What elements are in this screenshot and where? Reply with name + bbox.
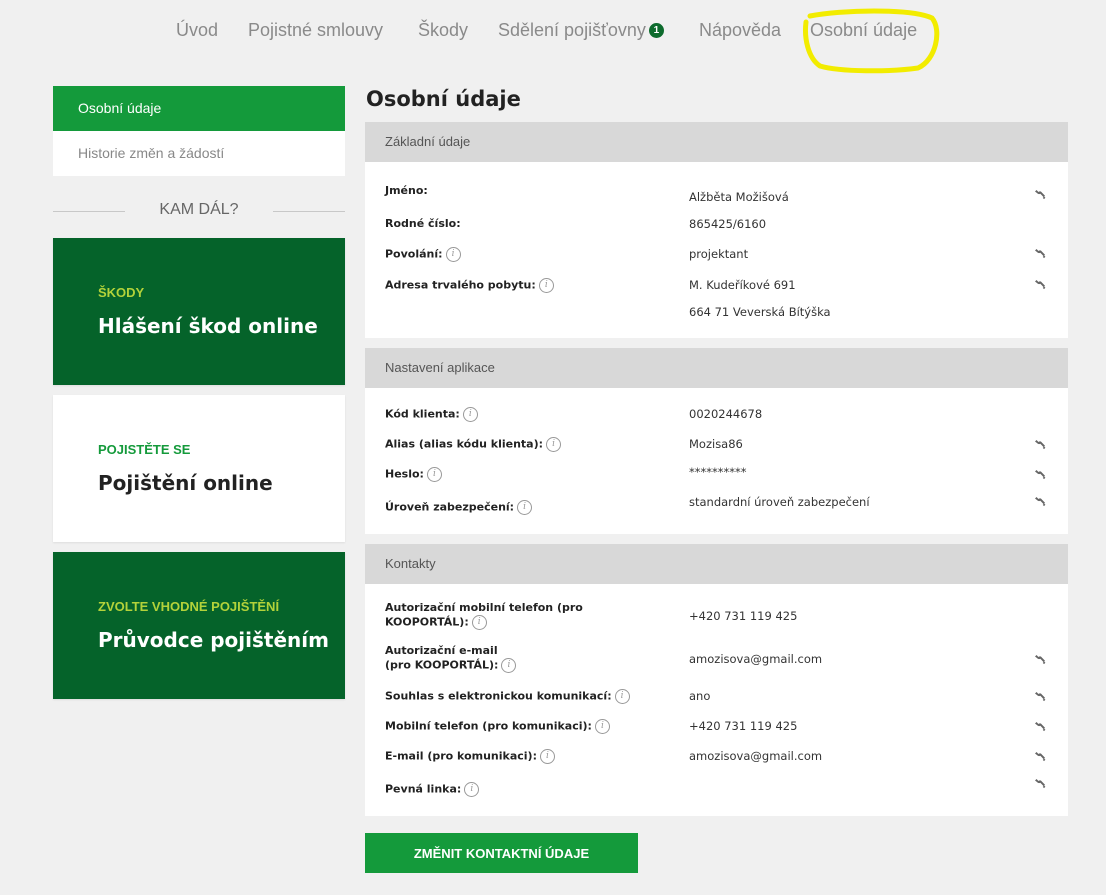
field-label: Kód klienta: i: [385, 407, 675, 422]
field-value: Mozisa86: [689, 437, 743, 451]
promo-kicker: POJISTĚTE SE: [98, 442, 191, 457]
wrench-icon[interactable]: [1033, 247, 1047, 261]
promo-kicker: ŠKODY: [98, 285, 145, 300]
field-value: 865425/6160: [689, 217, 767, 231]
field-value: amozisova@gmail.com: [689, 652, 823, 666]
info-icon[interactable]: i: [464, 782, 480, 797]
field-value: Alžběta Možišová: [689, 190, 789, 204]
field-label: Rodné číslo:: [385, 217, 461, 230]
promo-title: Pojištění online: [98, 471, 273, 495]
wrench-icon[interactable]: [1033, 777, 1047, 791]
field-value: standardní úroveň zabezpečení: [689, 495, 870, 509]
field-value: projektant: [689, 247, 749, 261]
promo-title: Hlášení škod online: [98, 314, 318, 338]
info-icon[interactable]: i: [517, 500, 533, 515]
section-heading: Kontakty: [365, 544, 1068, 584]
nav-item-pojistne-smlouvy[interactable]: Pojistné smlouvy: [248, 20, 383, 41]
field-label: Adresa trvalého pobytu: i: [385, 278, 675, 293]
active-indicator-arrow: [335, 99, 345, 113]
info-icon[interactable]: i: [614, 689, 630, 704]
section-heading: Nastavení aplikace: [365, 348, 1068, 388]
field-value: +420 731 119 425: [689, 609, 798, 623]
section-kontakty: Kontakty Autorizační mobilní telefon (pr…: [365, 544, 1068, 816]
field-label: Alias (alias kódu klienta): i: [385, 437, 675, 452]
field-value: +420 731 119 425: [689, 719, 798, 733]
field-label-text: Heslo:: [385, 467, 424, 481]
field-value: 0020244678: [689, 407, 763, 421]
wrench-icon[interactable]: [1033, 468, 1047, 482]
info-icon[interactable]: i: [471, 615, 487, 630]
wrench-icon[interactable]: [1033, 438, 1047, 452]
divider-line-right: [273, 211, 345, 212]
field-label-text: Autorizační e-mail (pro KOOPORTÁL):: [385, 644, 499, 672]
info-icon[interactable]: i: [501, 658, 517, 673]
field-label-text: Kód klienta:: [385, 407, 460, 421]
info-icon[interactable]: i: [539, 749, 555, 764]
info-icon[interactable]: i: [445, 247, 461, 262]
field-label-text: Mobilní telefon (pro komunikaci):: [385, 719, 592, 733]
promo-pruvodce[interactable]: ZVOLTE VHODNÉ POJIŠTĚNÍ Průvodce pojiště…: [53, 552, 345, 699]
field-value: amozisova@gmail.com: [689, 749, 823, 763]
field-label-text: Alias (alias kódu klienta):: [385, 437, 544, 451]
change-contact-button[interactable]: ZMĚNIT KONTAKTNÍ ÚDAJE: [365, 833, 638, 873]
nav-item-sdeleni-label: Sdělení pojišťovny: [498, 20, 646, 40]
page-title: Osobní údaje: [366, 87, 521, 111]
wrench-icon[interactable]: [1033, 653, 1047, 667]
wrench-icon[interactable]: [1033, 720, 1047, 734]
info-icon[interactable]: i: [426, 467, 442, 482]
field-value: **********: [689, 465, 747, 479]
wrench-icon[interactable]: [1033, 750, 1047, 764]
nav-item-sdeleni-pojistovny[interactable]: Sdělení pojišťovny 1: [498, 20, 664, 41]
field-label: E-mail (pro komunikaci): i: [385, 749, 675, 764]
field-value-line2: 664 71 Veverská Bítýška: [689, 305, 831, 319]
section-zakladni-udaje: Základní údaje Jméno: Alžběta Možišová R…: [365, 122, 1068, 338]
wrench-icon[interactable]: [1033, 278, 1047, 292]
field-label-text: E-mail (pro komunikaci):: [385, 749, 537, 763]
yellow-highlight-circle: [803, 8, 940, 74]
promo-title: Průvodce pojištěním: [98, 628, 329, 652]
field-value: ano: [689, 689, 711, 703]
wrench-icon[interactable]: [1033, 188, 1047, 202]
sidebar-menu: Osobní údaje Historie změn a žádostí: [53, 86, 345, 176]
wrench-icon[interactable]: [1033, 495, 1047, 509]
info-icon[interactable]: i: [538, 278, 554, 293]
field-label: Jméno:: [385, 184, 428, 197]
promo-pojistete-se[interactable]: POJISTĚTE SE Pojištění online: [53, 395, 345, 542]
field-label-text: Povolání:: [385, 247, 443, 261]
top-navigation: Úvod Pojistné smlouvy Škody Sdělení poji…: [0, 0, 1106, 74]
section-heading: Základní údaje: [365, 122, 1068, 162]
promo-skody[interactable]: ŠKODY Hlášení škod online: [53, 238, 345, 385]
field-label: Souhlas s elektronickou komunikací: i: [385, 689, 675, 704]
field-label: Heslo: i: [385, 467, 675, 482]
section-nastaveni-aplikace: Nastavení aplikace Kód klienta: i 0020244…: [365, 348, 1068, 534]
nav-item-napoveda[interactable]: Nápověda: [699, 20, 781, 41]
field-label: Mobilní telefon (pro komunikaci): i: [385, 719, 675, 734]
info-icon[interactable]: i: [594, 719, 610, 734]
promo-kicker: ZVOLTE VHODNÉ POJIŠTĚNÍ: [98, 599, 280, 614]
wrench-icon[interactable]: [1033, 690, 1047, 704]
field-label-text: Úroveň zabezpečení:: [385, 500, 515, 514]
field-label: Úroveň zabezpečení: i: [385, 500, 675, 515]
field-label-text: Pevná linka:: [385, 782, 462, 796]
nav-item-uvod[interactable]: Úvod: [176, 20, 218, 41]
kam-dal-heading: KAM DÁL?: [159, 201, 239, 218]
field-label: Povolání: i: [385, 247, 675, 262]
field-label: Pevná linka: i: [385, 782, 675, 797]
kam-dal-divider: KAM DÁL?: [53, 198, 345, 224]
field-label: Autorizační mobilní telefon (pro KOOPORT…: [385, 601, 585, 630]
info-icon[interactable]: i: [546, 437, 562, 452]
field-label: Autorizační e-mail (pro KOOPORTÁL): i: [385, 644, 525, 673]
sidebar-item-osobni-udaje[interactable]: Osobní údaje: [53, 86, 345, 131]
sidebar-item-historie[interactable]: Historie změn a žádostí: [53, 131, 345, 176]
info-icon[interactable]: i: [462, 407, 478, 422]
nav-item-skody[interactable]: Škody: [418, 20, 468, 41]
notification-badge: 1: [648, 23, 664, 38]
field-label-text: Souhlas s elektronickou komunikací:: [385, 689, 612, 703]
field-label-text: Adresa trvalého pobytu:: [385, 278, 536, 292]
field-value: M. Kudeříkové 691: [689, 278, 796, 292]
